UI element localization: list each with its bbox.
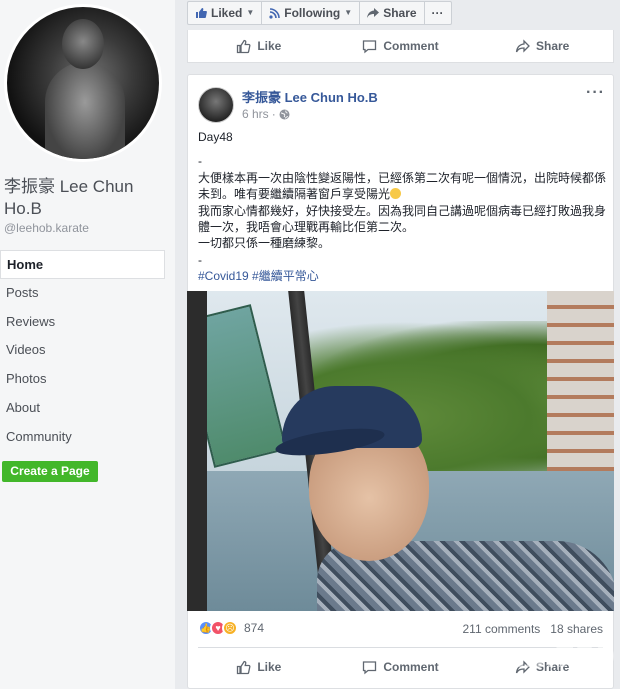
nav-item-photos[interactable]: Photos [0, 365, 165, 394]
thumbs-up-outline-icon [237, 39, 251, 53]
like-label: Like [257, 660, 282, 674]
page-handle[interactable]: @leehob.karate [4, 221, 89, 235]
share-arrow-icon [515, 38, 530, 53]
post-time[interactable]: 6 hrs [242, 107, 269, 121]
nav-item-home[interactable]: Home [0, 250, 165, 279]
post-hashtags[interactable]: #Covid19 #繼續平常心 [198, 268, 610, 284]
post-line: 我而家心情都幾好，好快接受左。因為我同自己講過呢個病毒已經打敗過我身體一次，我唔… [198, 203, 607, 235]
reaction-summary[interactable]: 👍 ♥ ☹ 874 [198, 620, 264, 636]
nav-item-about[interactable]: About [0, 394, 165, 423]
page-action-bar: Liked ▼ Following ▼ Share ··· [187, 1, 452, 25]
post-timestamp: 6 hrs · [242, 107, 290, 121]
post-options-button[interactable]: ··· [586, 84, 605, 102]
previous-post-actions: Like Comment Share [187, 30, 614, 63]
post-line: - [198, 252, 202, 267]
like-button[interactable]: Like [188, 30, 330, 62]
post-line: 大便樣本再一次由陰性變返陽性，已經係第二次有呢一個情況，出院時候都係未到。唯有要… [198, 170, 610, 203]
liked-button[interactable]: Liked ▼ [188, 2, 263, 24]
comment-button[interactable]: Comment [330, 30, 472, 62]
chevron-down-icon: ▼ [246, 8, 255, 17]
engagement-stats: 211 comments 18 shares [462, 622, 603, 636]
more-options-button[interactable]: ··· [425, 2, 451, 24]
chevron-down-icon: ▼ [344, 8, 353, 17]
reaction-count: 874 [244, 621, 265, 635]
following-button[interactable]: Following ▼ [262, 2, 361, 24]
post-line: - [198, 154, 202, 169]
share-page-button[interactable]: Share [360, 2, 425, 24]
like-button[interactable]: Like [188, 650, 330, 684]
profile-photo-image [7, 7, 159, 159]
shares-count[interactable]: 18 shares [550, 622, 603, 636]
thumbs-up-outline-icon [237, 660, 251, 674]
share-arrow-icon [367, 8, 380, 18]
watermark-logo: am730 [505, 640, 615, 675]
share-label: Share [383, 6, 417, 20]
comment-label: Comment [383, 660, 439, 674]
post-line: 一切都只係一種磨練黎。 [198, 236, 331, 251]
profile-picture[interactable] [4, 4, 162, 162]
sad-reaction-icon: ☹ [222, 620, 238, 636]
post-text: Day48 - 大便樣本再一次由陰性變返陽性，已經係第二次有呢一個情況，出院時候… [198, 129, 610, 285]
like-label: Like [257, 39, 282, 53]
post-line-text: 大便樣本再一次由陰性變返陽性，已經係第二次有呢一個情況，出院時候都係未到。唯有要… [198, 170, 607, 202]
comment-icon [363, 39, 377, 53]
globe-icon [279, 109, 290, 119]
rss-icon [269, 7, 281, 19]
author-avatar[interactable] [198, 87, 234, 123]
post-author[interactable]: 李振豪 Lee Chun Ho.B [242, 87, 378, 106]
sun-emoji-icon [390, 188, 402, 200]
following-label: Following [284, 6, 341, 20]
share-button[interactable]: Share [471, 30, 613, 62]
post-line: Day48 [198, 130, 233, 144]
create-page-button[interactable]: Create a Page [2, 461, 98, 482]
nav-item-videos[interactable]: Videos [0, 336, 165, 365]
liked-label: Liked [211, 6, 243, 20]
post-card: 李振豪 Lee Chun Ho.B 6 hrs · ··· Day48 - 大便… [187, 74, 614, 689]
comment-button[interactable]: Comment [330, 650, 472, 684]
nav-item-community[interactable]: Community [0, 423, 165, 452]
left-sidebar: 李振豪 Lee Chun Ho.B @leehob.karate Home Po… [0, 0, 175, 689]
comment-label: Comment [383, 39, 439, 53]
comment-icon [363, 660, 377, 674]
page-nav: Home Posts Reviews Videos Photos About C… [0, 250, 165, 452]
nav-item-reviews[interactable]: Reviews [0, 308, 165, 337]
comments-count[interactable]: 211 comments [462, 622, 540, 636]
nav-item-posts[interactable]: Posts [0, 279, 165, 308]
post-photo[interactable] [187, 291, 614, 611]
page-name[interactable]: 李振豪 Lee Chun Ho.B [4, 176, 169, 220]
thumbs-up-icon [196, 8, 207, 18]
share-label: Share [536, 39, 570, 53]
